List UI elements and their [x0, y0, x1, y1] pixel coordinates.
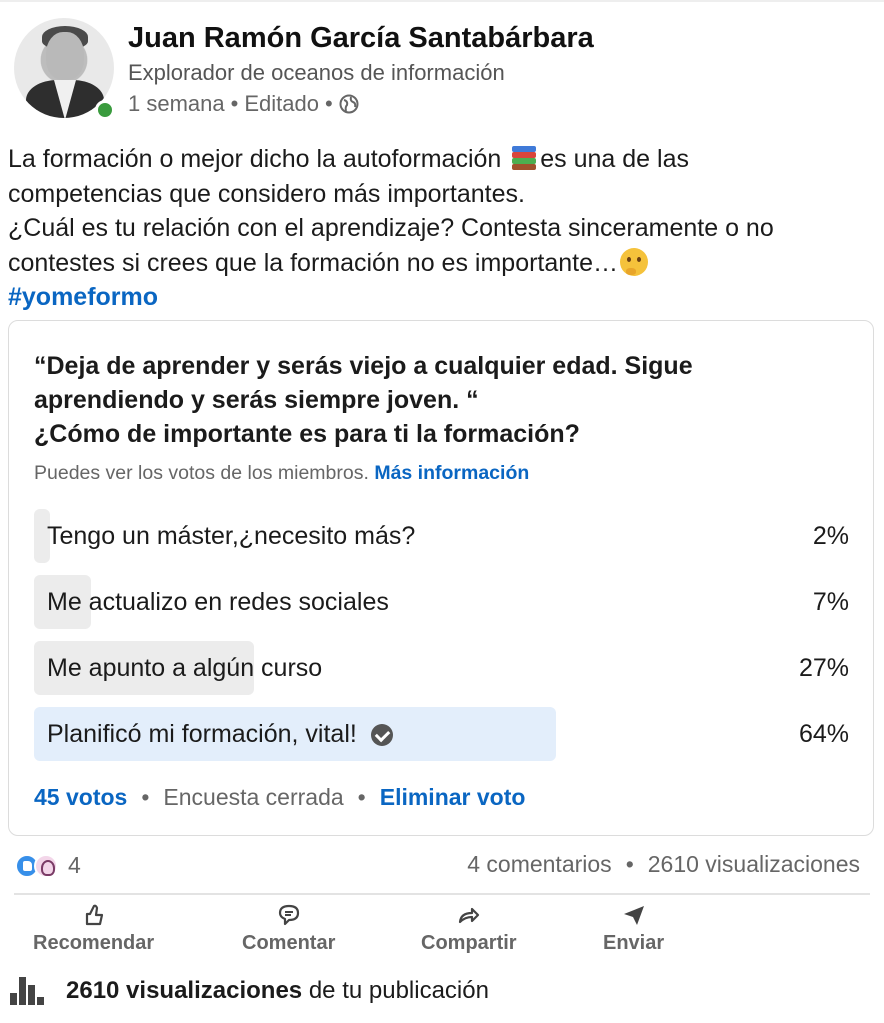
meta-separator: • — [324, 91, 333, 116]
post-time: 1 semana — [128, 91, 225, 116]
send-icon — [623, 906, 644, 925]
analytics-suffix: de tu publicación — [308, 977, 489, 1004]
poll-option[interactable]: Me actualizo en redes sociales 7% — [34, 575, 849, 629]
poll-option-label: Me apunto a algún curso — [47, 654, 323, 682]
actions-divider — [14, 893, 870, 895]
post-text-line: es una de las — [540, 145, 689, 173]
poll-option[interactable]: Me apunto a algún curso 27% — [34, 641, 849, 695]
poll-option-percent: 64% — [798, 720, 849, 748]
poll-card: “Deja de aprender y serás viejo a cualqu… — [8, 320, 874, 836]
votes-count-link[interactable]: 45 votos — [34, 784, 127, 811]
send-button[interactable]: Enviar — [603, 902, 664, 955]
hashtag-link[interactable]: #yomeformo — [8, 280, 878, 315]
poll-note-text: Puedes ver los votos de los miembros. — [34, 462, 369, 484]
poll-question-line: aprendiendo y serás siempre joven. “ — [34, 386, 479, 414]
share-label: Compartir — [421, 932, 517, 954]
post-body: La formación o mejor dicho la autoformac… — [8, 142, 878, 315]
poll-question: “Deja de aprender y serás viejo a cualqu… — [34, 349, 834, 451]
post-text-line: La formación o mejor dicho la autoformac… — [8, 145, 502, 173]
thinking-face-emoji-icon — [620, 247, 649, 276]
recommend-label: Recomendar — [33, 932, 155, 954]
thumbs-up-icon — [85, 904, 103, 926]
poll-question-line: “Deja de aprender y serás viejo a cualqu… — [34, 352, 693, 380]
edited-label: Editado — [244, 91, 319, 116]
poll-visibility-note: Puedes ver los votos de los miembros. Má… — [34, 462, 529, 485]
post-text-line: competencias que considero más important… — [8, 179, 525, 208]
post-text-line: ¿Cuál es tu relación con el aprendizaje?… — [8, 214, 774, 242]
views-count: 2610 visualizaciones — [647, 851, 860, 877]
comment-label: Comentar — [242, 932, 336, 954]
comment-button[interactable]: Comentar — [242, 902, 335, 955]
poll-option-label: Tengo un máster,¿necesito más? — [47, 522, 416, 550]
more-info-link[interactable]: Más información — [374, 462, 529, 484]
footer-separator: • — [141, 784, 150, 810]
poll-question-line: ¿Cómo de importante es para ti la formac… — [34, 420, 580, 448]
author-name[interactable]: Juan Ramón García Santabárbara — [128, 22, 594, 55]
analytics-views: 2610 visualizaciones — [66, 977, 303, 1004]
meta-separator: • — [230, 91, 239, 116]
stats-separator: • — [625, 851, 634, 877]
remove-vote-button[interactable]: Eliminar voto — [380, 784, 526, 811]
reactions-summary[interactable]: 4 — [15, 852, 81, 879]
recommend-button[interactable]: Recomendar — [33, 902, 154, 955]
poll-footer: 45 votos • Encuesta cerrada • Eliminar v… — [34, 784, 525, 811]
poll-option-selected[interactable]: Planificó mi formación, vital! 64% — [34, 707, 849, 761]
reaction-count: 4 — [68, 852, 81, 878]
comment-icon — [278, 904, 299, 926]
author-headline: Explorador de oceanos de información — [128, 60, 505, 85]
top-divider — [0, 0, 884, 2]
footer-separator: • — [357, 784, 366, 810]
poll-option-label: Planificó mi formación, vital! — [47, 720, 357, 748]
share-button[interactable]: Compartir — [421, 902, 517, 955]
check-circle-icon — [370, 723, 393, 746]
poll-option-percent: 2% — [812, 522, 849, 550]
comments-count-link[interactable]: 4 comentarios — [467, 851, 611, 878]
post-meta: 1 semana • Editado • — [128, 91, 359, 117]
poll-option-percent: 27% — [798, 654, 849, 682]
poll-option-label: Me actualizo en redes sociales — [47, 588, 389, 616]
poll-option-percent: 7% — [812, 588, 849, 616]
share-arrow-icon — [458, 907, 479, 924]
send-label: Enviar — [603, 932, 665, 954]
books-emoji-icon — [510, 146, 538, 170]
poll-option[interactable]: Tengo un máster,¿necesito más? 2% — [34, 509, 849, 563]
post-analytics[interactable]: 2610 visualizaciones de tu publicación — [10, 977, 489, 1005]
online-status-icon — [95, 100, 115, 120]
globe-icon — [339, 94, 359, 114]
insightful-reaction-icon — [34, 853, 58, 878]
social-stats: 4 comentarios • 2610 visualizaciones — [467, 851, 860, 878]
bar-chart-icon — [10, 977, 44, 1005]
post-text-line: contestes si crees que la formación no e… — [8, 248, 619, 277]
poll-status: Encuesta cerrada — [163, 784, 344, 810]
